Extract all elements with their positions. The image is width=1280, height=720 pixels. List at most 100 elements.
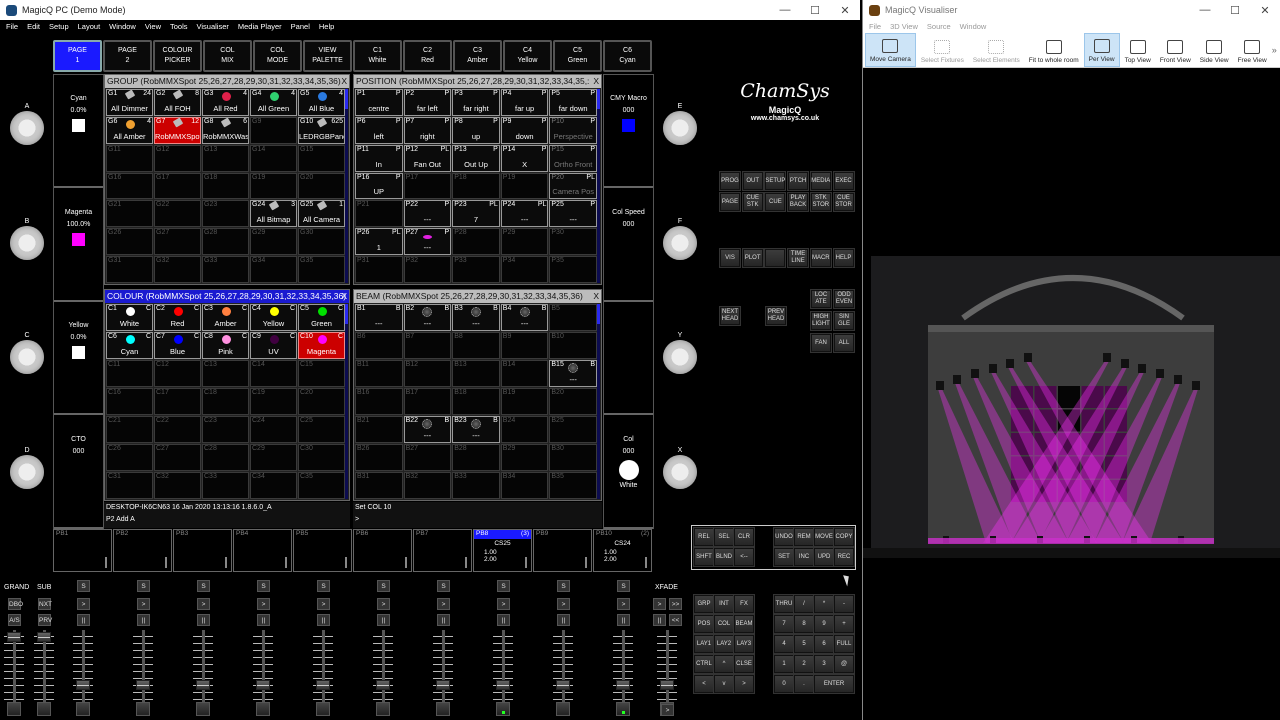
colour-palette-c17[interactable]: C17 (154, 388, 201, 415)
position-palette-p6[interactable]: P6 Pleft (355, 116, 403, 144)
close-button[interactable]: ✕ (830, 4, 860, 17)
pb4-flash-button[interactable] (256, 702, 270, 716)
position-palette-p1[interactable]: P1 Pcentre (355, 89, 403, 116)
pb6-pause-button[interactable]: || (377, 614, 390, 626)
top-softkey-c2-red[interactable]: C2 Red (403, 40, 452, 72)
key-blank[interactable] (765, 249, 786, 267)
beam-palette-b12[interactable]: B12 (403, 360, 452, 387)
key-prev-head[interactable]: PREV HEAD (766, 307, 786, 325)
group-palette-g28[interactable]: G28 (202, 228, 249, 256)
beam-palette-b16[interactable]: B16 (355, 388, 403, 415)
top-softkey-col-mode[interactable]: COL MODE (253, 40, 302, 72)
vis-tool-select-fixtures[interactable]: Select Fixtures (917, 33, 968, 67)
key-all[interactable]: ALL (834, 334, 854, 352)
group-palette-g26[interactable]: G26 (106, 228, 153, 256)
group-palette-g18[interactable]: G18 (202, 172, 249, 200)
beam-palette-b17[interactable]: B17 (403, 388, 452, 415)
position-palette-p4[interactable]: P4 Pfar up (500, 89, 549, 116)
vis-tool-free-view[interactable]: Free View (1234, 33, 1271, 67)
key--[interactable]: * (814, 595, 834, 613)
pb2-fader-handle[interactable] (136, 680, 150, 690)
encoder-knob-x[interactable] (663, 454, 697, 489)
vis-menu-3d-view[interactable]: 3D View (890, 22, 918, 31)
encoder-knob-b[interactable] (10, 225, 44, 260)
pb6-select-button[interactable]: S (377, 580, 390, 592)
key-full[interactable]: FULL (834, 635, 854, 653)
encoder-knob-y[interactable] (663, 340, 697, 374)
group-palette-g12[interactable]: G12 (154, 144, 201, 172)
key-5[interactable]: 5 (794, 635, 814, 653)
key--[interactable]: > (734, 675, 754, 693)
vis-tool-fit-to-whole-room[interactable]: Fit to whole room (1025, 33, 1083, 67)
position-palette-p33[interactable]: P33 (452, 256, 500, 283)
playback-pb7[interactable]: PB7 (413, 529, 472, 572)
menu-help[interactable]: Help (319, 22, 334, 31)
vis-tool-front-view[interactable]: Front View (1156, 33, 1195, 67)
key-next-head[interactable]: NEXT HEAD (720, 307, 740, 325)
beam-palette-b25[interactable]: B25 (549, 416, 597, 443)
key-pos[interactable]: POS (694, 615, 714, 633)
position-palette-p28[interactable]: P28 (452, 228, 500, 256)
pb9-flash-button[interactable] (556, 702, 570, 716)
position-window-header[interactable]: POSITION (RobMMXSpot 25,26,27,28,29,30,3… (354, 75, 601, 88)
group-palette-g8[interactable]: G8 6 RobMMXWashB (202, 116, 249, 144)
colour-palette-c8[interactable]: C8 C Pink (202, 332, 249, 359)
position-palette-p7[interactable]: P7 Pright (403, 116, 452, 144)
position-palette-p29[interactable]: P29 (500, 228, 549, 256)
pb1-flash-button[interactable] (76, 702, 90, 716)
position-palette-p17[interactable]: P17 (403, 172, 452, 200)
key-exec[interactable]: EXEC (833, 172, 854, 190)
menu-window[interactable]: Window (109, 22, 136, 31)
colour-scrollbar[interactable] (345, 304, 348, 499)
colour-palette-c1[interactable]: C1 C White (106, 304, 153, 331)
pb4-fader-handle[interactable] (256, 680, 270, 690)
beam-palette-b21[interactable]: B21 (355, 416, 403, 443)
key-cue-stk[interactable]: CUE STK (742, 193, 763, 211)
position-palette-p30[interactable]: P30 (549, 228, 597, 256)
colour-palette-c35[interactable]: C35 (298, 472, 345, 499)
key-9[interactable]: 9 (814, 615, 834, 633)
key-high-light[interactable]: HIGH LIGHT (811, 312, 831, 330)
beam-palette-b26[interactable]: B26 (355, 444, 403, 471)
key-grp[interactable]: GRP (694, 595, 714, 613)
key-lay3[interactable]: LAY3 (734, 635, 754, 653)
dbo-button[interactable]: DBO (8, 598, 23, 610)
pb7-select-button[interactable]: S (437, 580, 450, 592)
beam-palette-b4[interactable]: B4 B --- (500, 304, 549, 331)
pb5-go-button[interactable]: > (317, 598, 330, 610)
group-palette-g31[interactable]: G31 (106, 256, 153, 283)
top-softkey-page-2[interactable]: PAGE 2 (103, 40, 152, 72)
xfade-key[interactable]: << (669, 614, 682, 626)
colour-palette-c15[interactable]: C15 (298, 360, 345, 387)
group-palette-g24[interactable]: G24 3 All Bitmap (250, 200, 297, 228)
key-media[interactable]: MEDIA (810, 172, 831, 190)
colour-palette-c30[interactable]: C30 (298, 444, 345, 471)
pb9-pause-button[interactable]: || (557, 614, 570, 626)
beam-palette-b6[interactable]: B6 (355, 332, 403, 359)
vis-tool-side-view[interactable]: Side View (1196, 33, 1233, 67)
menu-setup[interactable]: Setup (49, 22, 69, 31)
beam-palette-b32[interactable]: B32 (403, 472, 452, 499)
group-palette-g6[interactable]: G6 4 All Amber (106, 116, 153, 144)
pb6-go-button[interactable]: > (377, 598, 390, 610)
key-prog[interactable]: PROG (720, 172, 740, 190)
key-v[interactable]: v (714, 675, 734, 693)
key-6[interactable]: 6 (814, 635, 834, 653)
beam-palette-b7[interactable]: B7 (403, 332, 452, 359)
pb10-pause-button[interactable]: || (617, 614, 630, 626)
position-palette-p13[interactable]: P13 P Out Up (452, 144, 500, 172)
top-softkey-c5-green[interactable]: C5 Green (553, 40, 602, 72)
key--[interactable]: < (694, 675, 714, 693)
key-plot[interactable]: PLOT (742, 249, 763, 267)
key-lay1[interactable]: LAY1 (694, 635, 714, 653)
pb9-go-button[interactable]: > (557, 598, 570, 610)
colour-palette-c7[interactable]: C7 C Blue (154, 332, 201, 359)
beam-palette-b34[interactable]: B34 (500, 472, 549, 499)
playback-pb1[interactable]: PB1 (53, 529, 112, 572)
colour-palette-c10[interactable]: C10 C Magenta (298, 332, 345, 359)
group-palette-g29[interactable]: G29 (250, 228, 297, 256)
group-palette-g35[interactable]: G35 (298, 256, 345, 283)
position-palette-p3[interactable]: P3 Pfar right (452, 89, 500, 116)
beam-palette-b20[interactable]: B20 (549, 388, 597, 415)
pb7-go-button[interactable]: > (437, 598, 450, 610)
